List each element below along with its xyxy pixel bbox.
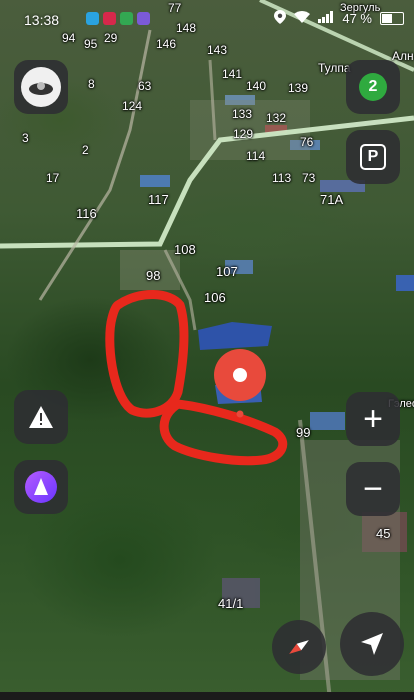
notification-icons	[86, 12, 150, 25]
house-number: 140	[246, 79, 267, 93]
profile-button[interactable]	[14, 60, 68, 114]
location-status-icon	[274, 10, 287, 27]
house-number: 117	[148, 192, 169, 207]
telegram-icon	[86, 12, 99, 25]
house-number: 63	[138, 79, 152, 93]
village-edge-label: Алн	[392, 49, 414, 63]
house-number: 95	[84, 37, 98, 51]
roof-shape	[140, 175, 170, 187]
compass-icon	[289, 640, 309, 654]
roof-shape	[310, 412, 345, 430]
car-avatar-icon	[29, 82, 53, 95]
app-icon	[137, 12, 150, 25]
house-number: 141	[222, 67, 243, 81]
status-time: 13:38	[24, 12, 60, 28]
status-right: 47 %	[274, 10, 404, 27]
roof-shape	[198, 322, 272, 350]
compass-button[interactable]	[272, 620, 326, 674]
location-marker[interactable]	[212, 348, 268, 418]
parking-icon: P	[360, 144, 386, 170]
house-number: 133	[232, 107, 253, 121]
roof-shape	[396, 275, 414, 291]
house-number: 146	[156, 37, 177, 51]
traffic-level-badge: 2	[359, 73, 387, 101]
house-number: 129	[233, 127, 254, 141]
zoom-in-button[interactable]: +	[346, 392, 400, 446]
house-number: 107	[216, 264, 238, 279]
zoom-out-button[interactable]: −	[346, 462, 400, 516]
signal-icon	[318, 11, 334, 26]
messenger-app-icon	[120, 12, 133, 25]
heart-app-icon	[103, 12, 116, 25]
house-number: 124	[122, 99, 143, 113]
battery-percent: 47 %	[342, 11, 372, 26]
house-number: 114	[246, 149, 266, 163]
house-number: 143	[207, 43, 228, 57]
alice-icon	[25, 471, 57, 503]
house-number: 132	[266, 111, 287, 125]
house-number: 8	[88, 77, 95, 91]
house-number: 98	[146, 268, 161, 283]
house-number: 113	[272, 171, 292, 185]
house-number: 76	[300, 135, 314, 149]
house-number: 99	[296, 425, 311, 440]
marker-dot	[233, 368, 247, 382]
house-number: 71А	[320, 192, 344, 207]
traffic-button[interactable]: 2	[346, 60, 400, 114]
report-road-event-button[interactable]	[14, 390, 68, 444]
battery-icon	[380, 12, 404, 25]
house-number: 116	[76, 206, 97, 221]
house-number: 3	[22, 131, 29, 145]
house-number: 139	[288, 81, 309, 95]
alice-assistant-button[interactable]	[14, 460, 68, 514]
house-number: 106	[204, 290, 226, 305]
parking-button[interactable]: P	[346, 130, 400, 184]
avatar	[21, 67, 61, 107]
house-number: 2	[82, 143, 89, 157]
wifi-icon	[294, 11, 311, 26]
warning-triangle-icon	[29, 406, 53, 428]
house-number: 73	[302, 171, 316, 185]
navigation-arrow-icon	[361, 633, 383, 655]
house-number: 41/1	[218, 596, 244, 611]
my-location-button[interactable]	[340, 612, 404, 676]
house-number: 17	[46, 171, 60, 185]
house-number: 108	[174, 242, 196, 257]
status-bar: 13:38 47 %	[0, 0, 414, 36]
system-nav-bar	[0, 692, 414, 700]
marker-anchor	[236, 410, 244, 418]
house-number: 45	[376, 526, 391, 541]
